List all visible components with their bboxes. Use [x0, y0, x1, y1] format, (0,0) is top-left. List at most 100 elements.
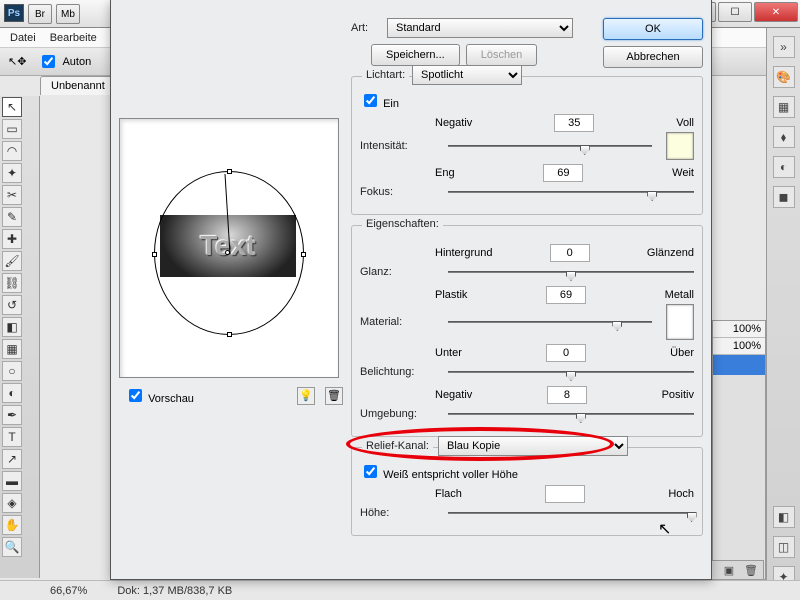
document-tab[interactable]: Unbenannt — [40, 76, 116, 95]
bridge-badge[interactable]: Br — [28, 4, 52, 24]
properties-group: Eigenschaften: Hintergrund0Glänzend Glan… — [351, 225, 703, 437]
styles-panel-icon[interactable]: ⬧ — [773, 126, 795, 148]
height-slider[interactable] — [448, 503, 694, 523]
layer-selected[interactable] — [713, 355, 765, 375]
blur-tool-icon[interactable]: ○ — [2, 361, 22, 381]
shape-tool-icon[interactable]: ▬ — [2, 471, 22, 491]
lighting-effects-dialog: Text Vorschau 💡 🗑 OK — [110, 0, 712, 580]
ambience-value[interactable]: 8 — [547, 386, 587, 404]
style-select[interactable]: Standard — [387, 18, 573, 38]
ambience-slider[interactable] — [448, 404, 694, 424]
right-panel-dock: » 🎨 ▦ ⬧ ◐ ◼ ◧ ◫ ✦ — [766, 28, 800, 588]
history-brush-icon[interactable]: ↺ — [2, 295, 22, 315]
zoom-level[interactable]: 66,67% — [50, 585, 87, 597]
tools-panel: ↖ ▭ ◠ ✦ ✂ ✎ ✚ 🖌 ⛓ ↺ ◧ ▦ ○ ◐ ✒ T ↗ ▬ ◈ ✋ … — [0, 96, 40, 578]
3d-tool-icon[interactable]: ◈ — [2, 493, 22, 513]
layers-mini-panel: 100% 100% — [712, 320, 766, 580]
material-label: Material: — [360, 316, 440, 328]
menu-file[interactable]: Datei — [10, 32, 36, 44]
focus-label: Fokus: — [360, 186, 440, 198]
adjustments-panel-icon[interactable]: ◐ — [773, 156, 795, 178]
stamp-tool-icon[interactable]: ⛓ — [2, 273, 22, 293]
cancel-button[interactable]: Abbrechen — [603, 46, 703, 68]
height-value[interactable]: 100 — [545, 485, 585, 503]
exposure-value[interactable]: 0 — [546, 344, 586, 362]
delete-button[interactable]: Löschen — [466, 44, 538, 66]
color-panel-icon[interactable]: 🎨 — [773, 66, 795, 88]
light-type-group: Lichtart: Spotlicht Ein Negativ35Voll In… — [351, 76, 703, 215]
light-color-swatch[interactable] — [666, 132, 694, 160]
masks-panel-icon[interactable]: ◼ — [773, 186, 795, 208]
channels-panel-icon[interactable]: ◫ — [773, 536, 795, 558]
fill-value[interactable]: 100% — [713, 338, 765, 355]
auto-select-checkbox[interactable]: Auton — [38, 52, 91, 71]
gloss-label: Glanz: — [360, 266, 440, 278]
lasso-tool-icon[interactable]: ◠ — [2, 141, 22, 161]
auto-select-input[interactable] — [42, 55, 55, 68]
pen-tool-icon[interactable]: ✒ — [2, 405, 22, 425]
texture-group: Relief-Kanal: Blau Kopie Weiß entspricht… — [351, 447, 703, 536]
dodge-tool-icon[interactable]: ◐ — [2, 383, 22, 403]
new-layer-icon[interactable]: ▣ — [721, 563, 737, 577]
expand-panels-icon[interactable]: » — [773, 36, 795, 58]
swatches-panel-icon[interactable]: ▦ — [773, 96, 795, 118]
material-slider[interactable] — [448, 312, 652, 332]
type-tool-icon[interactable]: T — [2, 427, 22, 447]
intensity-right-label: Voll — [676, 117, 694, 129]
layers-panel-icon[interactable]: ◧ — [773, 506, 795, 528]
gloss-slider[interactable] — [448, 262, 694, 282]
preview-canvas[interactable]: Text — [119, 118, 339, 378]
light-type-label: Lichtart: — [362, 69, 409, 81]
light-type-select[interactable]: Spotlicht — [412, 65, 522, 85]
move-tool-icon[interactable]: ↖ — [2, 97, 22, 117]
maximize-button[interactable]: ☐ — [718, 2, 752, 22]
light-dir-line — [155, 172, 305, 336]
lightbulb-icon[interactable]: 💡 — [297, 387, 315, 405]
hand-tool-icon[interactable]: ✋ — [2, 515, 22, 535]
material-value[interactable]: 69 — [546, 286, 586, 304]
intensity-value[interactable]: 35 — [554, 114, 594, 132]
focus-left-label: Eng — [435, 167, 455, 179]
auto-select-label: Auton — [62, 56, 91, 68]
wand-tool-icon[interactable]: ✦ — [2, 163, 22, 183]
minibridge-badge[interactable]: Mb — [56, 4, 80, 24]
intensity-slider[interactable] — [448, 136, 652, 156]
exposure-label: Belichtung: — [360, 366, 440, 378]
trash-icon[interactable]: 🗑 — [325, 387, 343, 405]
properties-label: Eigenschaften: — [362, 218, 443, 230]
app-brand-photoshop: Ps — [4, 4, 24, 22]
focus-slider[interactable] — [448, 182, 694, 202]
status-bar: 66,67% Dok: 1,37 MB/838,7 KB — [0, 580, 800, 600]
eraser-tool-icon[interactable]: ◧ — [2, 317, 22, 337]
close-button[interactable]: ✕ — [754, 2, 798, 22]
ambient-color-swatch[interactable] — [666, 304, 694, 340]
marquee-tool-icon[interactable]: ▭ — [2, 119, 22, 139]
exposure-slider[interactable] — [448, 362, 694, 382]
on-checkbox[interactable]: Ein — [360, 98, 399, 110]
heal-tool-icon[interactable]: ✚ — [2, 229, 22, 249]
style-label: Art: — [351, 22, 381, 34]
focus-value[interactable]: 69 — [543, 164, 583, 182]
trash-icon[interactable]: 🗑 — [743, 563, 759, 577]
intensity-label: Intensität: — [360, 140, 440, 152]
white-high-checkbox[interactable]: Weiß entspricht voller Höhe — [360, 469, 518, 481]
eyedropper-tool-icon[interactable]: ✎ — [2, 207, 22, 227]
light-ellipse[interactable] — [154, 171, 304, 335]
texture-channel-select[interactable]: Blau Kopie — [438, 436, 628, 456]
opacity-value[interactable]: 100% — [713, 321, 765, 338]
doc-info: Dok: 1,37 MB/838,7 KB — [117, 585, 232, 597]
preview-checkbox[interactable]: Vorschau — [125, 386, 194, 405]
ok-button[interactable]: OK — [603, 18, 703, 40]
height-label: Höhe: — [360, 507, 440, 519]
move-tool-icon[interactable]: ↖✥ — [8, 55, 26, 68]
focus-right-label: Weit — [672, 167, 694, 179]
crop-tool-icon[interactable]: ✂ — [2, 185, 22, 205]
gradient-tool-icon[interactable]: ▦ — [2, 339, 22, 359]
zoom-tool-icon[interactable]: 🔍 — [2, 537, 22, 557]
menu-edit[interactable]: Bearbeite — [50, 32, 97, 44]
save-button[interactable]: Speichern... — [371, 44, 460, 66]
path-tool-icon[interactable]: ↗ — [2, 449, 22, 469]
texture-label: Relief-Kanal: — [362, 440, 433, 452]
brush-tool-icon[interactable]: 🖌 — [2, 251, 22, 271]
gloss-value[interactable]: 0 — [550, 244, 590, 262]
